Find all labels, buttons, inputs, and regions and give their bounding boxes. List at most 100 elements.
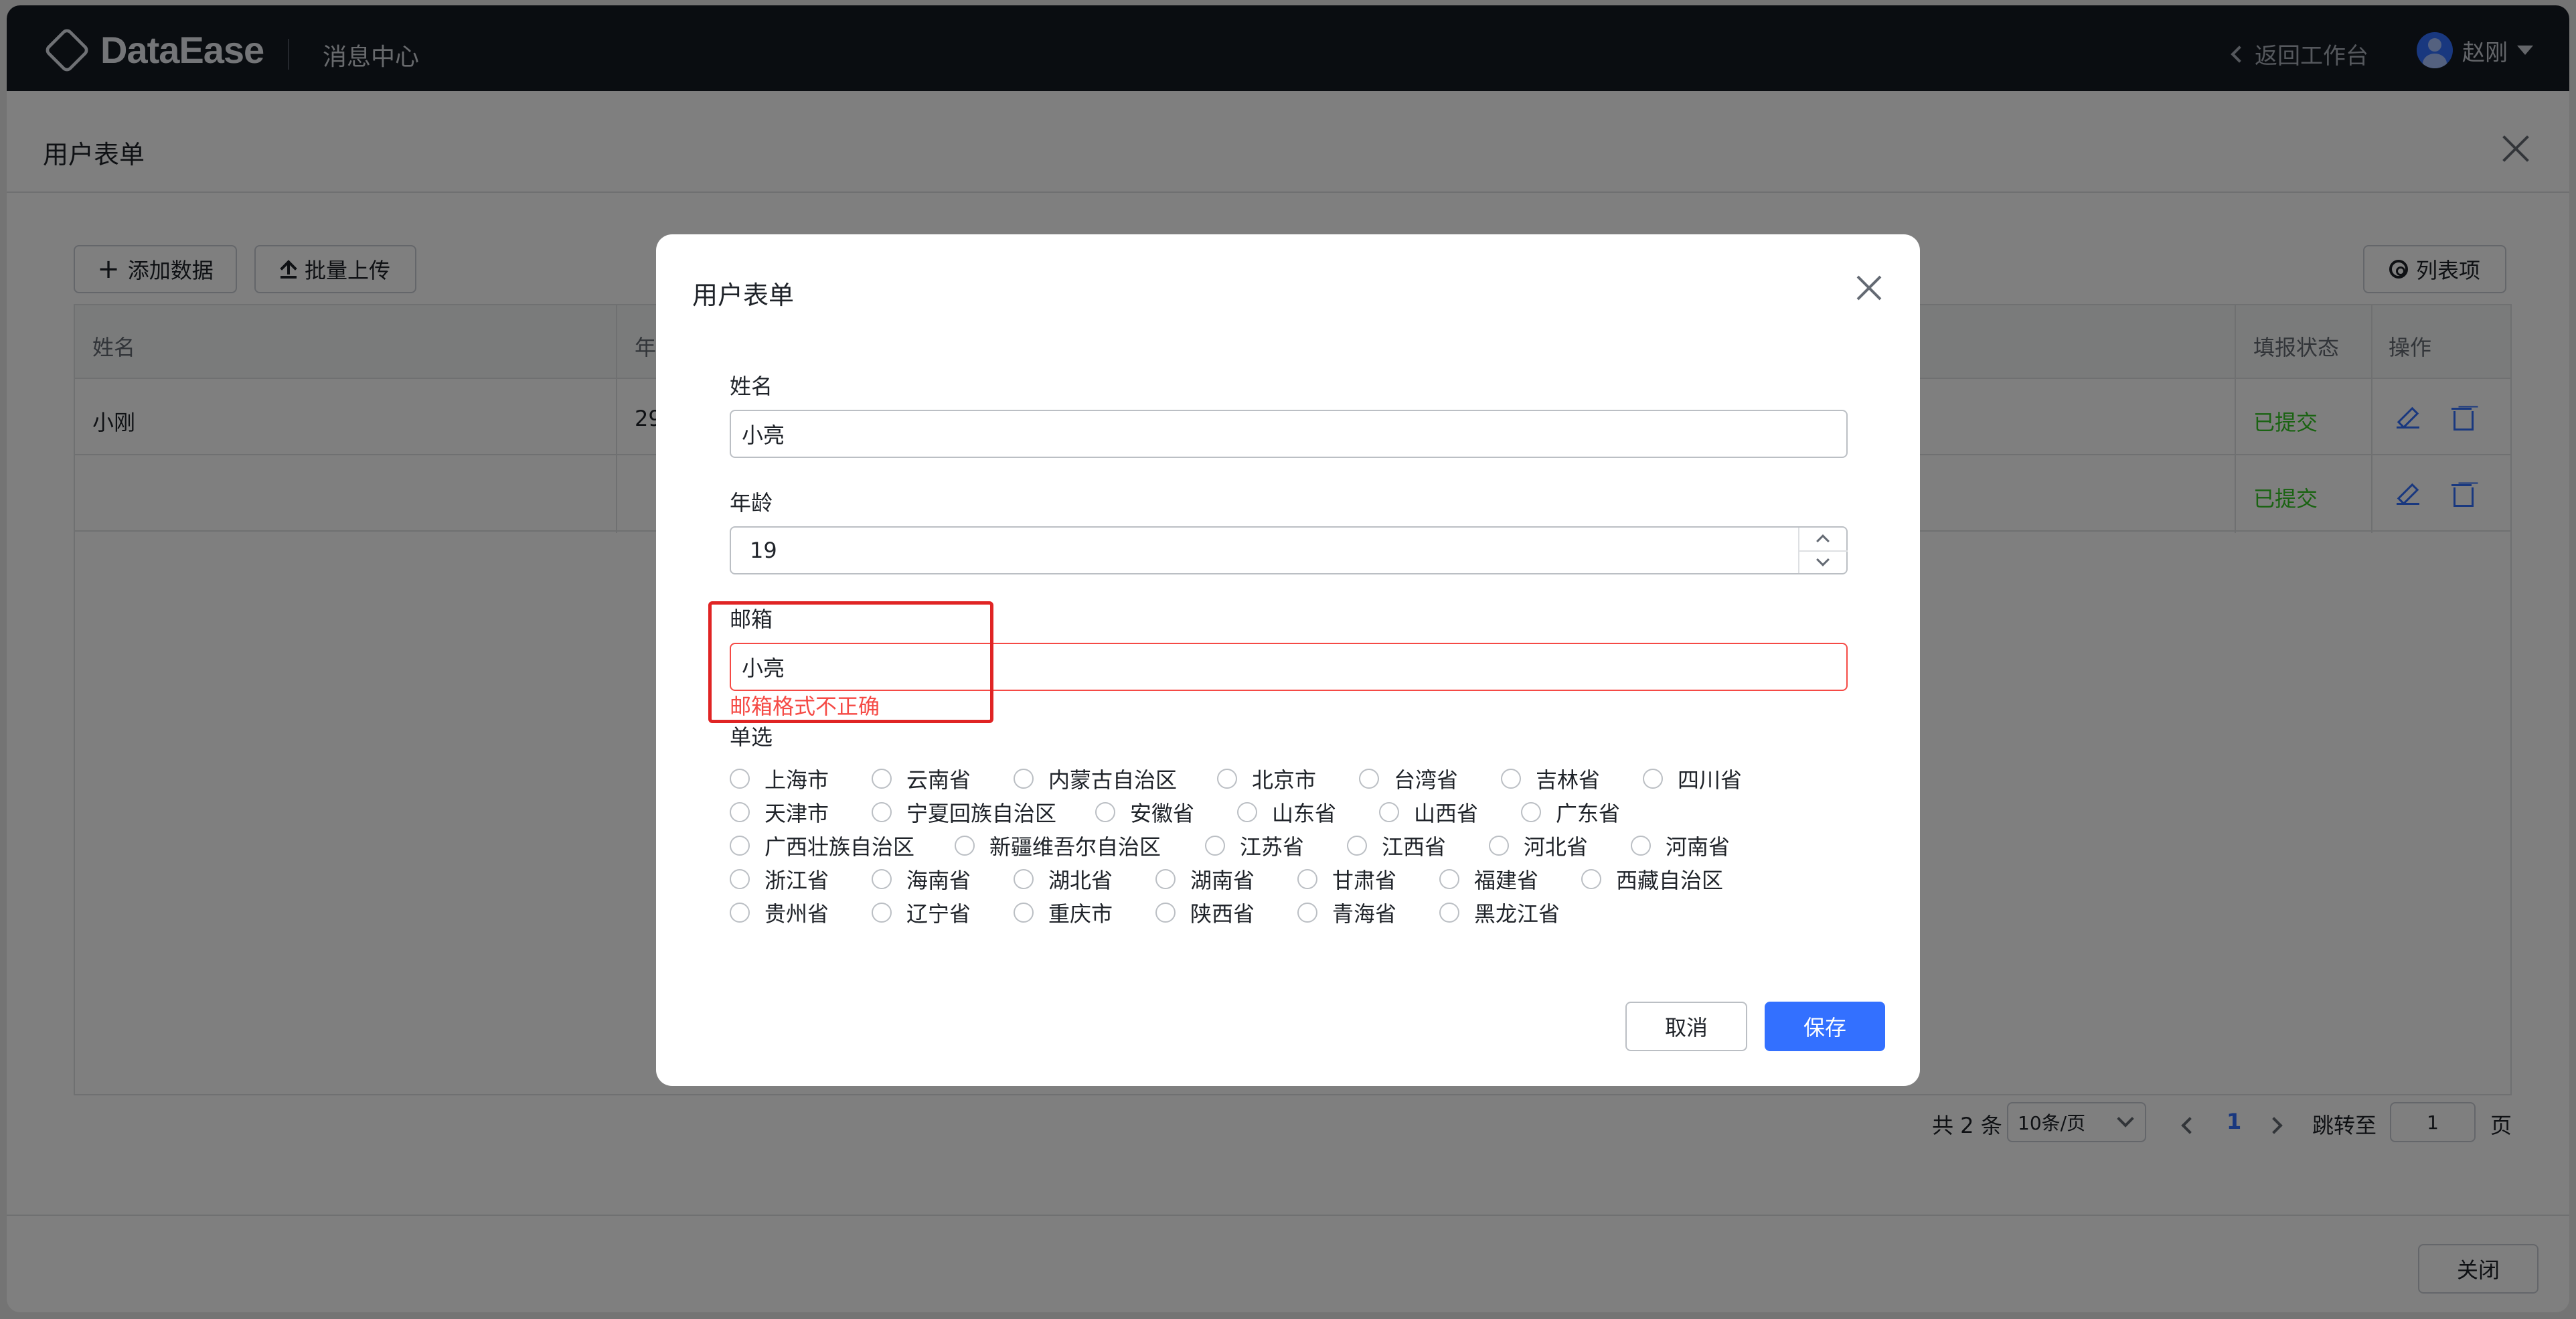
radio-circle bbox=[1297, 903, 1317, 923]
radio-option[interactable]: 甘肃省 bbox=[1297, 864, 1396, 895]
radio-option-label: 黑龙江省 bbox=[1474, 901, 1560, 927]
radio-circle bbox=[1155, 869, 1176, 889]
radio-option[interactable]: 广东省 bbox=[1521, 797, 1620, 828]
age-stepper[interactable]: 19 bbox=[730, 526, 1848, 574]
radio-option-label: 山东省 bbox=[1272, 801, 1337, 826]
radio-option[interactable]: 河南省 bbox=[1631, 830, 1730, 861]
annotation-highlight-box bbox=[708, 601, 993, 723]
dialog-close-icon[interactable] bbox=[1856, 275, 1882, 301]
radio-option[interactable]: 青海省 bbox=[1297, 897, 1396, 928]
radio-circle bbox=[1379, 802, 1399, 822]
radio-option-label: 安徽省 bbox=[1130, 801, 1195, 826]
radio-option-label: 重庆市 bbox=[1048, 901, 1113, 927]
radio-option-label: 福建省 bbox=[1474, 868, 1539, 893]
radio-option[interactable]: 吉林省 bbox=[1501, 763, 1600, 794]
cancel-button[interactable]: 取消 bbox=[1625, 1002, 1747, 1051]
radio-circle bbox=[730, 769, 750, 789]
radio-option[interactable]: 新疆维吾尔自治区 bbox=[955, 830, 1161, 861]
radio-circle bbox=[1014, 769, 1034, 789]
radio-circle bbox=[1643, 769, 1663, 789]
radio-circle bbox=[1155, 903, 1176, 923]
radio-circle bbox=[1631, 836, 1651, 856]
radio-option-label: 台湾省 bbox=[1394, 767, 1459, 793]
radio-option-label: 湖北省 bbox=[1048, 868, 1113, 893]
save-button[interactable]: 保存 bbox=[1765, 1002, 1885, 1051]
radio-circle bbox=[872, 903, 892, 923]
radio-option[interactable]: 湖北省 bbox=[1014, 864, 1113, 895]
radio-option-label: 河北省 bbox=[1524, 834, 1589, 860]
radio-circle bbox=[1489, 836, 1509, 856]
radio-option-label: 河南省 bbox=[1666, 834, 1730, 860]
radio-option[interactable]: 安徽省 bbox=[1095, 797, 1194, 828]
stepper-controls bbox=[1798, 528, 1848, 573]
radio-circle bbox=[1359, 769, 1379, 789]
radio-option[interactable]: 贵州省 bbox=[730, 897, 829, 928]
radio-option[interactable]: 上海市 bbox=[730, 763, 829, 794]
radio-option[interactable]: 北京市 bbox=[1217, 763, 1316, 794]
radio-option-label: 甘肃省 bbox=[1332, 868, 1397, 893]
radio-option-label: 新疆维吾尔自治区 bbox=[989, 834, 1161, 860]
radio-option[interactable]: 西藏自治区 bbox=[1581, 864, 1723, 895]
decrease-button[interactable] bbox=[1799, 550, 1848, 573]
radio-option[interactable]: 云南省 bbox=[872, 763, 971, 794]
radio-circle bbox=[1297, 869, 1317, 889]
dialog-title: 用户表单 bbox=[692, 281, 795, 310]
radio-option[interactable]: 江苏省 bbox=[1205, 830, 1304, 861]
radio-option-label: 青海省 bbox=[1332, 901, 1397, 927]
radio-circle bbox=[872, 802, 892, 822]
increase-button[interactable] bbox=[1799, 528, 1848, 550]
user-form-dialog: 用户表单 姓名 小亮 年龄 19 邮箱 小亮 邮箱格式不正确 单选 上海市 云南… bbox=[656, 234, 1920, 1086]
radio-label: 单选 bbox=[730, 724, 773, 750]
name-label: 姓名 bbox=[730, 374, 773, 399]
radio-circle bbox=[1237, 802, 1257, 822]
radio-circle bbox=[872, 769, 892, 789]
radio-option-label: 云南省 bbox=[906, 767, 971, 793]
radio-option-label: 海南省 bbox=[906, 868, 971, 893]
radio-option[interactable]: 海南省 bbox=[872, 864, 971, 895]
radio-option[interactable]: 陕西省 bbox=[1155, 897, 1255, 928]
radio-circle bbox=[1521, 802, 1541, 822]
radio-option-label: 上海市 bbox=[764, 767, 829, 793]
radio-option[interactable]: 重庆市 bbox=[1014, 897, 1113, 928]
radio-circle bbox=[730, 903, 750, 923]
radio-option-label: 辽宁省 bbox=[906, 901, 971, 927]
name-value: 小亮 bbox=[742, 422, 785, 448]
radio-option[interactable]: 内蒙古自治区 bbox=[1014, 763, 1177, 794]
radio-option[interactable]: 广西壮族自治区 bbox=[730, 830, 914, 861]
chevron-down-icon bbox=[1816, 553, 1830, 566]
radio-option[interactable]: 福建省 bbox=[1439, 864, 1538, 895]
age-value: 19 bbox=[750, 538, 777, 563]
radio-circle bbox=[1439, 869, 1459, 889]
radio-circle bbox=[1347, 836, 1367, 856]
radio-option[interactable]: 台湾省 bbox=[1359, 763, 1458, 794]
radio-option[interactable]: 江西省 bbox=[1347, 830, 1446, 861]
chevron-up-icon bbox=[1816, 534, 1830, 548]
radio-option[interactable]: 宁夏回族自治区 bbox=[872, 797, 1056, 828]
age-label: 年龄 bbox=[730, 490, 773, 516]
radio-option-label: 贵州省 bbox=[764, 901, 829, 927]
radio-circle bbox=[730, 869, 750, 889]
radio-option[interactable]: 山西省 bbox=[1379, 797, 1478, 828]
radio-option-label: 广东省 bbox=[1556, 801, 1621, 826]
radio-option-label: 吉林省 bbox=[1536, 767, 1601, 793]
radio-option[interactable]: 黑龙江省 bbox=[1439, 897, 1560, 928]
radio-option-label: 江苏省 bbox=[1240, 834, 1305, 860]
radio-circle bbox=[1439, 903, 1459, 923]
radio-option[interactable]: 天津市 bbox=[730, 797, 829, 828]
radio-circle bbox=[1014, 869, 1034, 889]
radio-option[interactable]: 山东省 bbox=[1237, 797, 1336, 828]
radio-option-label: 广西壮族自治区 bbox=[764, 834, 915, 860]
radio-option-label: 内蒙古自治区 bbox=[1048, 767, 1178, 793]
name-field[interactable]: 小亮 bbox=[730, 410, 1848, 458]
radio-option-label: 江西省 bbox=[1382, 834, 1447, 860]
radio-option[interactable]: 浙江省 bbox=[730, 864, 829, 895]
radio-option-label: 北京市 bbox=[1252, 767, 1317, 793]
radio-option[interactable]: 辽宁省 bbox=[872, 897, 971, 928]
radio-option[interactable]: 河北省 bbox=[1489, 830, 1588, 861]
radio-circle bbox=[1581, 869, 1601, 889]
radio-option-label: 四川省 bbox=[1678, 767, 1743, 793]
radio-option-label: 天津市 bbox=[764, 801, 829, 826]
radio-option[interactable]: 四川省 bbox=[1643, 763, 1742, 794]
radio-circle bbox=[955, 836, 975, 856]
radio-option[interactable]: 湖南省 bbox=[1155, 864, 1255, 895]
